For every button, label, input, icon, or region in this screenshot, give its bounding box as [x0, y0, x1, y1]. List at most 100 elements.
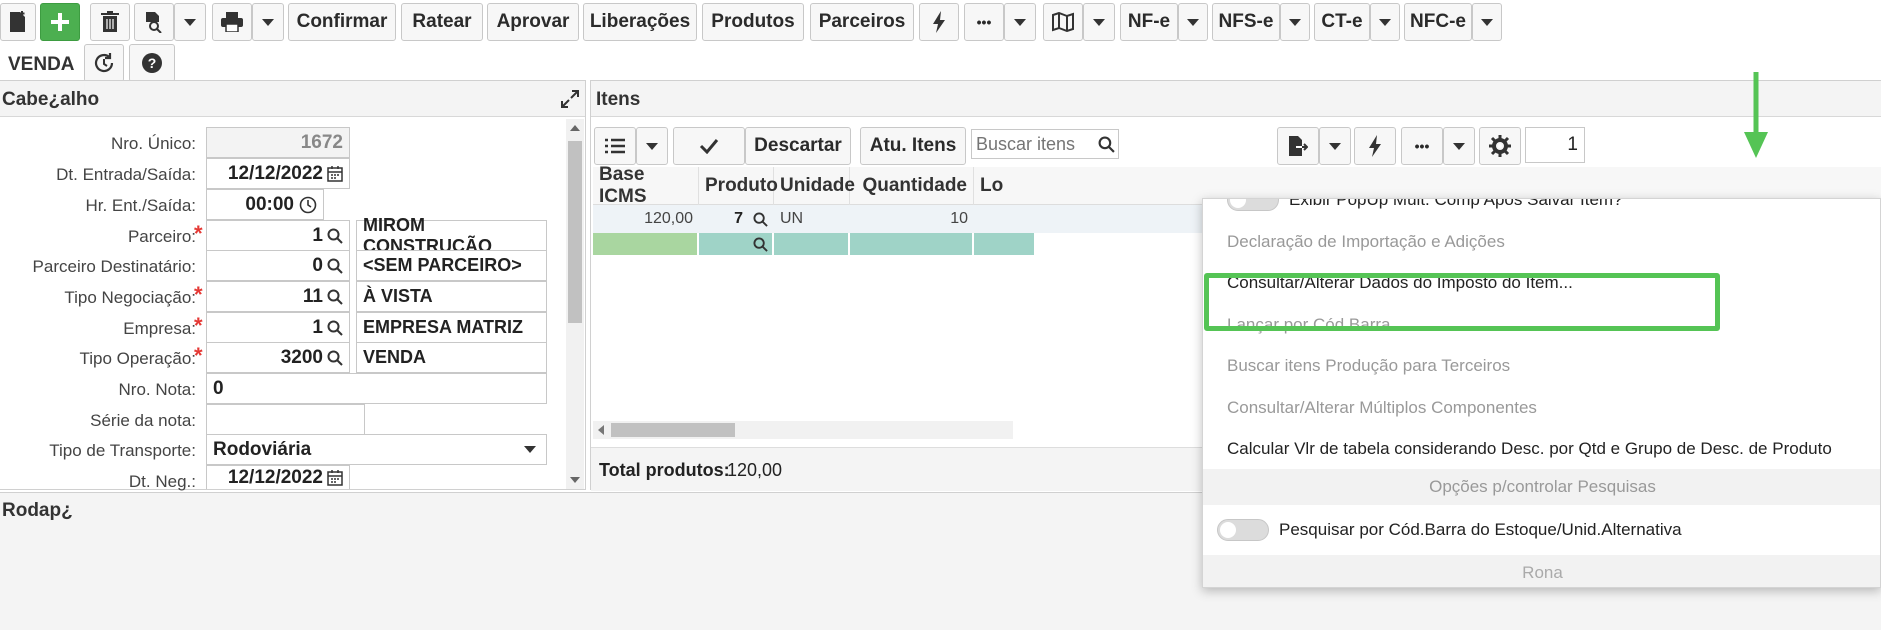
search-icon[interactable]	[327, 289, 343, 305]
col-produto[interactable]: Produto	[699, 167, 778, 205]
scroll-down-arrow[interactable]	[570, 477, 580, 483]
parceiro-dest-label: Parceiro Destinatário:	[32, 257, 196, 276]
search-icon[interactable]	[327, 258, 343, 274]
menu-item-pesquisar-cod-barra[interactable]: Pesquisar por Cód.Barra do Estoque/Unid.…	[1203, 509, 1880, 550]
nro-nota-field[interactable]: 0	[206, 373, 547, 404]
search-options-dropdown[interactable]	[174, 3, 206, 41]
hscroll-thumb[interactable]	[611, 423, 735, 437]
add-button[interactable]	[40, 3, 80, 41]
list-view-dropdown[interactable]	[636, 127, 668, 165]
nfe-options-dropdown[interactable]	[1178, 3, 1208, 41]
more-options-dropdown[interactable]	[1004, 3, 1036, 41]
tipo-transp-select[interactable]: Rodoviária	[206, 434, 547, 465]
nfse-button[interactable]: NFS-e	[1212, 3, 1280, 41]
parceiros-button[interactable]: Parceiros	[810, 3, 914, 41]
items-actions-button[interactable]	[1354, 127, 1396, 165]
chevron-down-icon	[1481, 18, 1493, 26]
col-unidade[interactable]: Unidade	[774, 167, 855, 205]
more-button[interactable]: •••	[964, 3, 1004, 41]
nfe-button[interactable]: NF-e	[1120, 3, 1178, 41]
empresa-field[interactable]: 1	[206, 312, 350, 343]
search-icon[interactable]	[1098, 136, 1115, 153]
confirm-item-button[interactable]	[673, 127, 745, 165]
settings-button[interactable]	[1479, 127, 1521, 165]
items-more-button[interactable]: •••	[1401, 127, 1443, 165]
page-number-field[interactable]: 1	[1525, 127, 1585, 163]
tipo-op-field[interactable]: 3200	[206, 342, 350, 373]
gear-icon	[1489, 135, 1511, 157]
toggle-switch[interactable]	[1227, 199, 1279, 211]
parceiro-field[interactable]: 1	[206, 220, 350, 251]
toggle-switch[interactable]	[1217, 518, 1269, 541]
menu-item-exibir-popup[interactable]: Exibir PopUp Mult. Comp Apos Salvar Item…	[1203, 199, 1880, 220]
dt-entrada-field[interactable]: 12/12/2022	[206, 158, 350, 189]
actions-button[interactable]	[919, 3, 959, 41]
required-mark: *	[194, 221, 203, 246]
refresh-button[interactable]	[84, 44, 124, 82]
menu-item-buscar-producao: Buscar itens Produção para Terceiros	[1227, 355, 1511, 375]
liberacoes-button[interactable]: Liberações	[583, 3, 697, 41]
search-icon[interactable]	[327, 320, 343, 336]
scroll-up-arrow[interactable]	[570, 125, 580, 131]
help-icon: ?	[142, 53, 162, 73]
grid-hscrollbar[interactable]	[593, 421, 1013, 439]
parceiro-dest-field[interactable]: 0	[206, 250, 350, 281]
total-value: 120,00	[727, 460, 783, 480]
col-lo[interactable]: Lo	[974, 167, 1034, 205]
delete-button[interactable]	[90, 3, 130, 41]
expand-icon[interactable]	[560, 89, 580, 109]
footer-panel-title: Rodap¿	[2, 500, 73, 521]
nfce-options-dropdown[interactable]	[1472, 3, 1502, 41]
search-document-button[interactable]	[134, 3, 174, 41]
serie-field[interactable]	[206, 404, 365, 435]
new-cell-unidade[interactable]	[774, 233, 848, 255]
chevron-down-icon	[1093, 18, 1105, 26]
hr-ent-field[interactable]: 00:00	[206, 189, 324, 220]
export-dropdown[interactable]	[1319, 127, 1351, 165]
nfce-button[interactable]: NFC-e	[1404, 3, 1472, 41]
print-options-dropdown[interactable]	[252, 3, 284, 41]
header-scrollbar[interactable]	[566, 119, 584, 489]
confirmar-button[interactable]: Confirmar	[288, 3, 396, 41]
dt-neg-field[interactable]: 12/12/2022	[206, 465, 350, 489]
print-button[interactable]	[212, 3, 252, 41]
search-items-input[interactable]	[972, 130, 1098, 158]
calendar-icon[interactable]	[327, 469, 343, 486]
col-quantidade[interactable]: Quantidade	[850, 167, 974, 205]
map-options-dropdown[interactable]	[1083, 3, 1115, 41]
tipo-transp-value: Rodoviária	[213, 438, 312, 460]
tipo-neg-label: Tipo Negociação:	[64, 288, 196, 307]
descartar-button[interactable]: Descartar	[745, 127, 851, 165]
new-cell-quantidade[interactable]	[850, 233, 972, 255]
cte-button[interactable]: CT-e	[1314, 3, 1370, 41]
help-button[interactable]: ?	[129, 44, 175, 82]
new-cell-lo[interactable]	[974, 233, 1034, 255]
nfse-options-dropdown[interactable]	[1280, 3, 1310, 41]
ratear-button[interactable]: Ratear	[401, 3, 483, 41]
items-more-dropdown[interactable]	[1443, 127, 1475, 165]
new-cell-base-icms[interactable]	[593, 233, 697, 255]
aprovar-button[interactable]: Aprovar	[487, 3, 579, 41]
new-document-button[interactable]	[0, 3, 36, 41]
calendar-icon[interactable]	[327, 165, 343, 182]
search-icon[interactable]	[753, 212, 768, 227]
search-icon[interactable]	[327, 350, 343, 366]
list-view-button[interactable]	[594, 127, 636, 165]
atu-itens-button[interactable]: Atu. Itens	[860, 127, 966, 165]
new-cell-produto[interactable]	[699, 233, 772, 255]
col-base-icms[interactable]: Base ICMS	[593, 164, 699, 207]
map-button[interactable]	[1043, 3, 1083, 41]
tipo-neg-field[interactable]: 11	[206, 281, 350, 312]
scroll-left-arrow[interactable]	[598, 425, 604, 435]
export-button[interactable]	[1277, 127, 1319, 165]
chevron-down-icon	[1329, 142, 1341, 150]
search-items-box[interactable]	[971, 129, 1119, 159]
lightning-icon	[1369, 135, 1381, 157]
cte-options-dropdown[interactable]	[1370, 3, 1400, 41]
search-icon[interactable]	[327, 228, 343, 244]
menu-item-calcular-vlr-tabela[interactable]: Calcular Vlr de tabela considerando Desc…	[1203, 428, 1880, 469]
produtos-button[interactable]: Produtos	[702, 3, 804, 41]
scroll-thumb[interactable]	[568, 141, 582, 323]
clock-icon[interactable]	[299, 196, 317, 214]
search-icon[interactable]	[753, 237, 768, 252]
